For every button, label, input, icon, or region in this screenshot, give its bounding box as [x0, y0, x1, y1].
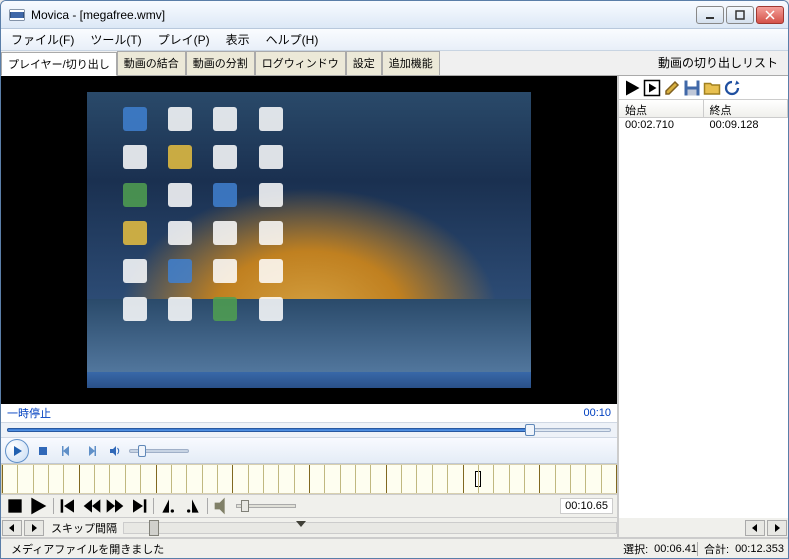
right-toolbar	[619, 76, 788, 100]
playback-status-row: 一時停止 00:10	[1, 404, 617, 422]
seek-slider[interactable]	[1, 422, 617, 438]
list-header: 始点 終点	[619, 100, 788, 118]
app-window: Movica - [megafree.wmv] ファイル(F) ツール(T) プ…	[0, 0, 789, 559]
tab-player[interactable]: プレイヤー/切り出し	[1, 52, 117, 76]
menu-play[interactable]: プレイ(P)	[150, 29, 218, 50]
lc-skip-end-button[interactable]	[128, 497, 148, 515]
left-pane: 一時停止 00:10	[1, 76, 618, 538]
menu-file[interactable]: ファイル(F)	[3, 29, 82, 50]
skip-next-button[interactable]	[24, 520, 44, 536]
cell-end: 00:09.128	[704, 118, 789, 134]
client-area: プレイヤー/切り出し 動画の結合 動画の分割 ログウィンドウ 設定 追加機能 動…	[1, 51, 788, 558]
lc-mark-in-button[interactable]	[159, 497, 179, 515]
stop-button[interactable]	[33, 441, 53, 461]
volume-icon[interactable]	[105, 441, 125, 461]
statusbar: メディアファイルを開きました 選択: 00:06.41 合計: 00:12.35…	[1, 538, 788, 558]
window-title: Movica - [megafree.wmv]	[29, 8, 696, 22]
right-pane: 始点 終点 00:02.710 00:09.128	[618, 76, 788, 538]
tab-extra[interactable]: 追加機能	[382, 51, 440, 75]
skip-label: スキップ間隔	[45, 520, 123, 536]
right-skip-prev-button[interactable]	[745, 520, 765, 536]
cut-list[interactable]: 00:02.710 00:09.128	[619, 118, 788, 518]
next-button[interactable]	[81, 441, 101, 461]
maximize-button[interactable]	[726, 6, 754, 24]
play-skip-icon[interactable]	[643, 79, 661, 97]
pause-label: 一時停止	[7, 405, 51, 421]
save-icon[interactable]	[683, 79, 701, 97]
lc-play-button[interactable]	[28, 497, 48, 515]
tab-join[interactable]: 動画の結合	[117, 51, 186, 75]
titlebar: Movica - [megafree.wmv]	[1, 1, 788, 29]
lc-volume-icon[interactable]	[213, 497, 233, 515]
lower-time-display: 00:10.65	[560, 498, 613, 514]
window-controls	[696, 6, 784, 24]
list-item[interactable]: 00:02.710 00:09.128	[619, 118, 788, 134]
volume-thumb[interactable]	[138, 445, 146, 457]
status-message: メディアファイルを開きました	[5, 541, 170, 557]
edit-icon[interactable]	[663, 79, 681, 97]
refresh-icon[interactable]	[723, 79, 741, 97]
prev-button[interactable]	[57, 441, 77, 461]
right-panel-title: 動画の切り出しリスト	[648, 51, 788, 75]
video-frame	[87, 92, 531, 387]
lc-volume-slider[interactable]	[236, 504, 296, 508]
play-icon[interactable]	[623, 79, 641, 97]
app-icon	[9, 7, 25, 23]
right-skip-row	[619, 518, 788, 538]
col-end[interactable]: 終点	[704, 100, 789, 117]
folder-open-icon[interactable]	[703, 79, 721, 97]
minimize-button[interactable]	[696, 6, 724, 24]
status-total-value: 00:12.353	[735, 543, 784, 555]
menu-view[interactable]: 表示	[218, 29, 258, 50]
tab-log[interactable]: ログウィンドウ	[255, 51, 346, 75]
skip-row: スキップ間隔	[1, 518, 617, 538]
skip-interval-slider[interactable]	[123, 522, 617, 534]
lc-forward-button[interactable]	[105, 497, 125, 515]
menubar: ファイル(F) ツール(T) プレイ(P) 表示 ヘルプ(H)	[1, 29, 788, 51]
volume-slider[interactable]	[129, 449, 189, 453]
status-total-label: 合計:	[698, 541, 735, 557]
lc-mark-out-button[interactable]	[182, 497, 202, 515]
lc-stop-button[interactable]	[5, 497, 25, 515]
skip-prev-button[interactable]	[2, 520, 22, 536]
pause-time: 00:10	[583, 407, 611, 419]
lower-controls: 00:10.65	[1, 494, 617, 518]
right-skip-next-button[interactable]	[767, 520, 787, 536]
close-button[interactable]	[756, 6, 784, 24]
status-selection-value: 00:06.41	[654, 543, 697, 555]
main-row: 一時停止 00:10	[1, 76, 788, 538]
video-area[interactable]	[1, 76, 617, 404]
menu-tools[interactable]: ツール(T)	[82, 29, 149, 50]
cell-start: 00:02.710	[619, 118, 704, 134]
lc-skip-start-button[interactable]	[59, 497, 79, 515]
tab-bar: プレイヤー/切り出し 動画の結合 動画の分割 ログウィンドウ 設定 追加機能 動…	[1, 51, 788, 76]
seek-thumb[interactable]	[525, 424, 535, 436]
timeline[interactable]	[1, 464, 617, 494]
status-selection-label: 選択:	[617, 541, 654, 557]
lc-rewind-button[interactable]	[82, 497, 102, 515]
player-controls	[1, 438, 617, 464]
col-start[interactable]: 始点	[619, 100, 704, 117]
tab-settings[interactable]: 設定	[346, 51, 382, 75]
play-button[interactable]	[5, 439, 29, 463]
tab-split[interactable]: 動画の分割	[186, 51, 255, 75]
skip-thumb[interactable]	[149, 520, 159, 536]
menu-help[interactable]: ヘルプ(H)	[258, 29, 327, 50]
